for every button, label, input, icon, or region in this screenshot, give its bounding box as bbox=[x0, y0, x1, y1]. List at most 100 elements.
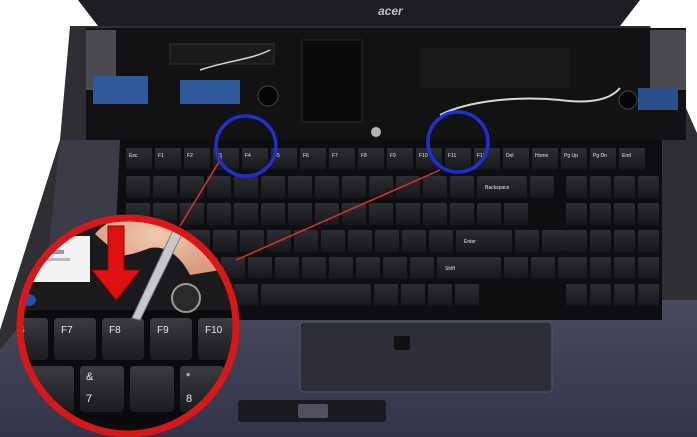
key bbox=[369, 176, 393, 198]
key bbox=[261, 176, 285, 198]
svg-text:F4: F4 bbox=[245, 153, 251, 159]
numpad-key bbox=[638, 203, 659, 225]
svg-text:F8: F8 bbox=[361, 153, 367, 159]
touchpad[interactable] bbox=[299, 321, 553, 393]
svg-text:Esc: Esc bbox=[129, 153, 138, 159]
key bbox=[329, 257, 353, 279]
key bbox=[477, 203, 501, 225]
zoom-key-f7: F7 bbox=[54, 318, 96, 360]
key bbox=[423, 176, 447, 198]
svg-text:F9: F9 bbox=[157, 325, 169, 336]
key bbox=[402, 230, 426, 252]
key-f6: F6 bbox=[300, 148, 326, 170]
key bbox=[315, 203, 339, 225]
key-f11: F11 bbox=[445, 148, 471, 170]
key bbox=[531, 257, 555, 279]
svg-text:Del: Del bbox=[506, 153, 514, 159]
key bbox=[207, 176, 231, 198]
numpad-key bbox=[566, 176, 587, 198]
key bbox=[275, 257, 299, 279]
numpad-key bbox=[566, 230, 587, 252]
svg-text:F10: F10 bbox=[419, 153, 428, 159]
numpad-key bbox=[614, 284, 635, 306]
svg-text:Home: Home bbox=[535, 153, 549, 159]
numpad-key bbox=[614, 203, 635, 225]
svg-text:F7: F7 bbox=[61, 325, 73, 336]
numpad-key bbox=[590, 230, 611, 252]
numpad-key bbox=[590, 257, 611, 279]
key bbox=[261, 284, 371, 306]
key bbox=[375, 230, 399, 252]
svg-text:Enter: Enter bbox=[464, 239, 476, 245]
key bbox=[450, 176, 474, 198]
numpad-key bbox=[638, 284, 659, 306]
zoom-screw bbox=[171, 283, 201, 313]
key-f7: F7 bbox=[329, 148, 355, 170]
numpad-key bbox=[614, 257, 635, 279]
wifi-module bbox=[420, 48, 570, 88]
zoom-number-key bbox=[130, 366, 174, 412]
disassembly-photo: acer Esc F1 F2 F3 F4 F5 F6 F7 F8 F9 F10 F11 F12 Del Ho… bbox=[0, 0, 697, 437]
svg-text:Pg Up: Pg Up bbox=[564, 153, 578, 159]
svg-text:Shift: Shift bbox=[445, 266, 456, 272]
key bbox=[321, 230, 345, 252]
key bbox=[455, 284, 479, 306]
key-end: End bbox=[619, 148, 645, 170]
key bbox=[396, 176, 420, 198]
numpad-key bbox=[614, 230, 635, 252]
key bbox=[515, 230, 539, 252]
svg-text:F2: F2 bbox=[187, 153, 193, 159]
key-esc: Esc bbox=[126, 148, 152, 170]
key bbox=[302, 257, 326, 279]
numpad-key bbox=[566, 257, 587, 279]
key bbox=[401, 284, 425, 306]
svg-text:Pg Dn: Pg Dn bbox=[593, 153, 607, 159]
key bbox=[428, 284, 452, 306]
key bbox=[315, 176, 339, 198]
numpad-key bbox=[566, 203, 587, 225]
key bbox=[504, 257, 528, 279]
key-f4: F4 bbox=[242, 148, 268, 170]
key-f8: F8 bbox=[358, 148, 384, 170]
key bbox=[348, 230, 372, 252]
svg-text:F6: F6 bbox=[303, 153, 309, 159]
key bbox=[530, 176, 554, 198]
left-circuit-board bbox=[93, 76, 148, 104]
key-f9: F9 bbox=[387, 148, 413, 170]
key bbox=[356, 257, 380, 279]
key bbox=[153, 176, 177, 198]
numpad-key bbox=[566, 284, 587, 306]
right-circuit-board bbox=[638, 88, 678, 110]
key bbox=[213, 230, 237, 252]
zoom-number-key: &7 bbox=[80, 366, 124, 412]
svg-text:*: * bbox=[186, 371, 191, 383]
key bbox=[369, 203, 393, 225]
numpad-key bbox=[638, 176, 659, 198]
numpad-key bbox=[638, 257, 659, 279]
numpad-key bbox=[590, 176, 611, 198]
key bbox=[234, 284, 258, 306]
key bbox=[126, 176, 150, 198]
numpad-key bbox=[590, 203, 611, 225]
touchpad-toggle[interactable] bbox=[394, 336, 410, 350]
key bbox=[234, 203, 258, 225]
key: Shift bbox=[437, 257, 501, 279]
key-pg-up: Pg Up bbox=[561, 148, 587, 170]
key: Enter bbox=[456, 230, 512, 252]
fingerprint-reader bbox=[298, 404, 328, 418]
screw-hole-right bbox=[618, 90, 638, 110]
key bbox=[288, 203, 312, 225]
key bbox=[180, 176, 204, 198]
screw bbox=[371, 127, 381, 137]
key bbox=[429, 230, 453, 252]
key bbox=[410, 257, 434, 279]
zoom-key-f9: F9 bbox=[150, 318, 192, 360]
numpad-key bbox=[614, 176, 635, 198]
speaker-plate bbox=[301, 39, 363, 123]
key bbox=[288, 176, 312, 198]
key-del: Del bbox=[503, 148, 529, 170]
key-home: Home bbox=[532, 148, 558, 170]
zoom-key-f8: F8 bbox=[102, 318, 144, 360]
key bbox=[342, 176, 366, 198]
key bbox=[396, 203, 420, 225]
